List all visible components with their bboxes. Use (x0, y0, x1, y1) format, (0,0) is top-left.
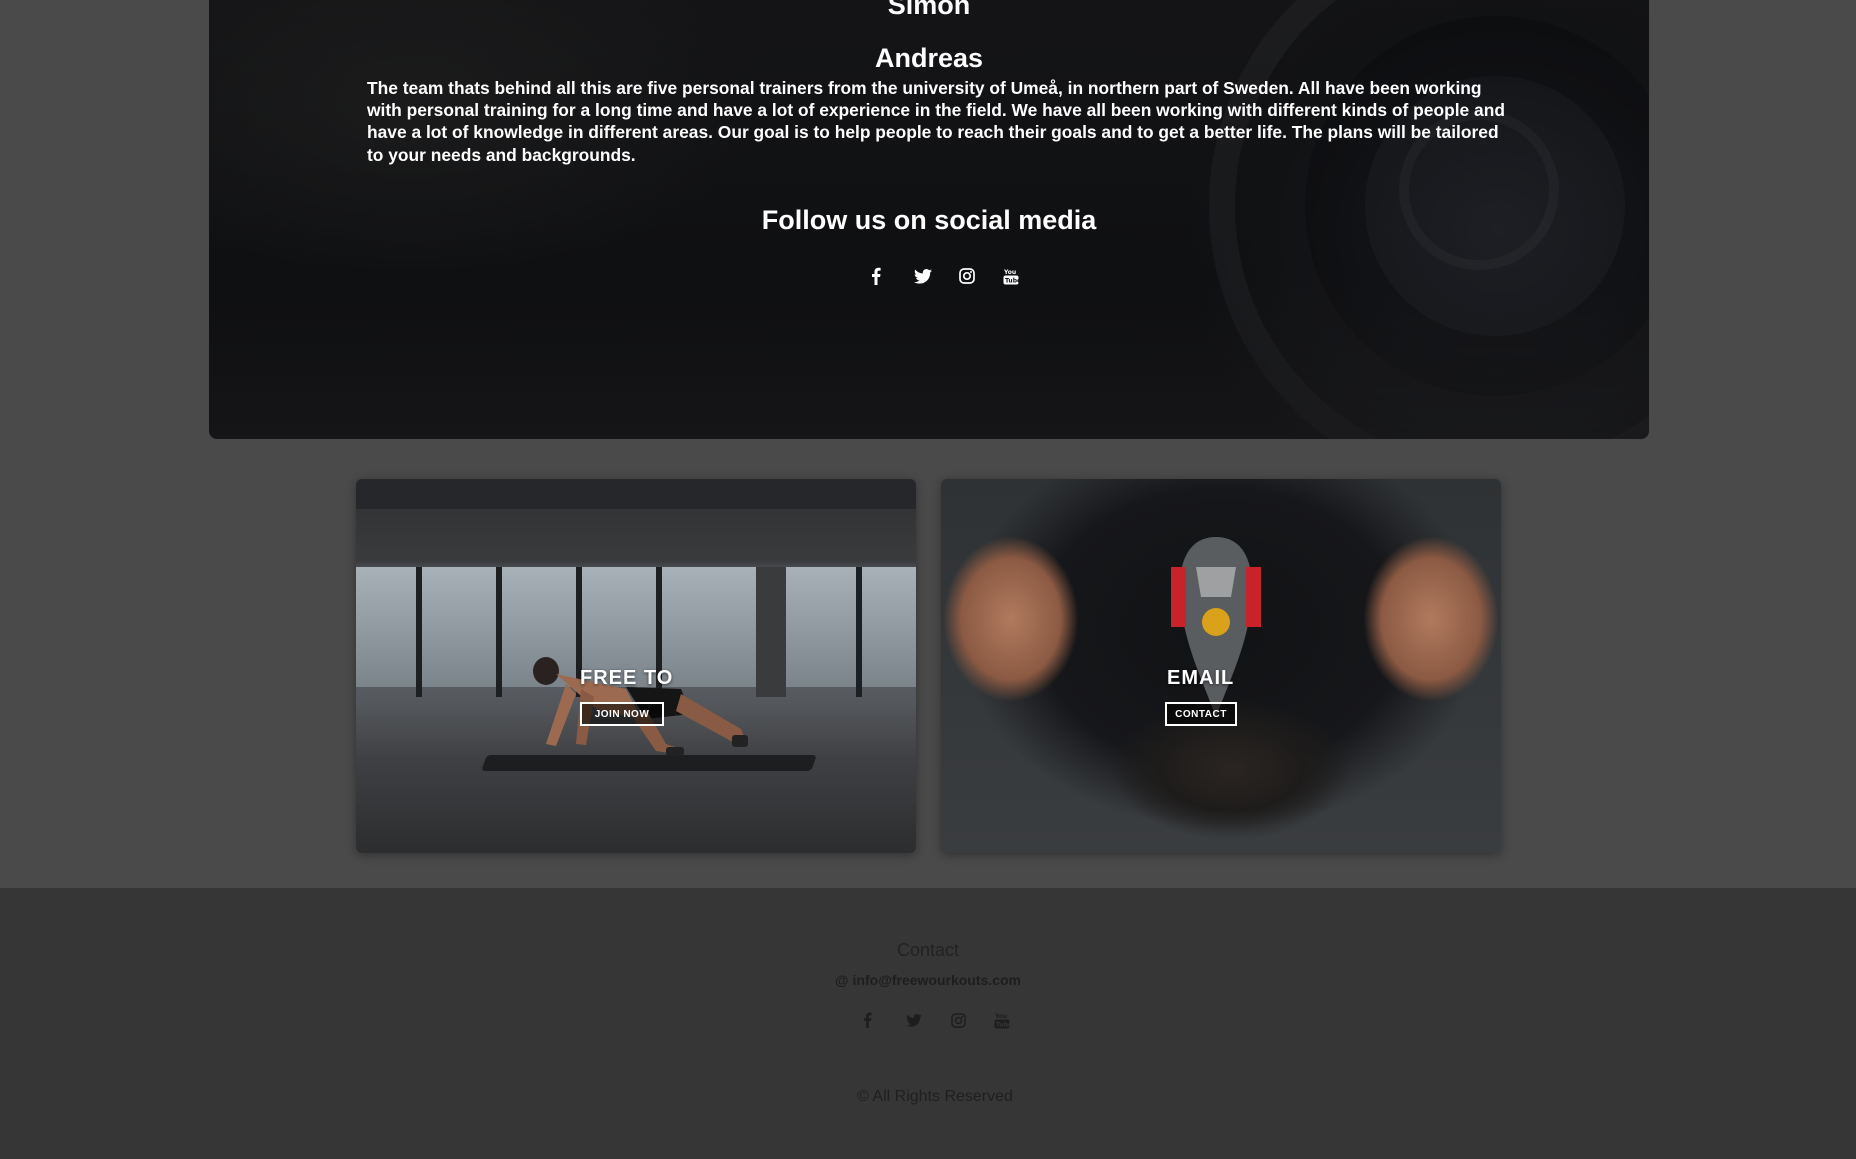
contact-card-overlay: EMAIL CONTACT (941, 479, 1501, 853)
trainer-name-andreas: Andreas (874, 43, 984, 73)
footer-copyright: © All Rights Reserved (857, 1088, 1013, 1105)
about-paragraph: The team thats behind all this are five … (367, 78, 1505, 165)
join-card-overlay: FREE TO JOIN NOW (356, 479, 916, 853)
facebook-icon[interactable] (865, 265, 887, 287)
follow-heading: Follow us on social media (761, 205, 1097, 235)
background-floor (209, 280, 1649, 439)
footer-contact-title: Contact (896, 940, 960, 960)
instagram-icon[interactable] (956, 265, 978, 287)
contact-card-title: EMAIL (1167, 667, 1235, 689)
contact-button[interactable]: CONTACT (1165, 702, 1237, 726)
trainer-name-simon: Simon (887, 0, 971, 20)
svg-text:You: You (994, 1013, 1007, 1020)
join-card-title: FREE TO (580, 667, 674, 689)
svg-text:Tube: Tube (996, 1022, 1010, 1029)
youtube-icon[interactable]: You Tube (1000, 265, 1022, 287)
join-now-button[interactable]: JOIN NOW (580, 702, 664, 726)
footer-email-link[interactable]: @ info@freewourkouts.com (0, 972, 1856, 988)
instagram-icon[interactable] (947, 1009, 969, 1031)
svg-text:You: You (1003, 269, 1016, 276)
about-section: Simon Andreas The team thats behind all … (209, 0, 1649, 439)
join-card: FREE TO JOIN NOW (356, 479, 916, 853)
facebook-icon[interactable] (856, 1009, 878, 1031)
twitter-icon[interactable] (903, 1009, 925, 1031)
contact-card: EMAIL CONTACT (941, 479, 1501, 853)
twitter-icon[interactable] (912, 265, 934, 287)
youtube-icon[interactable]: You Tube (991, 1009, 1013, 1031)
footer: Contact @ info@freewourkouts.com You Tube… (0, 888, 1856, 1159)
svg-text:Tube: Tube (1005, 278, 1019, 285)
